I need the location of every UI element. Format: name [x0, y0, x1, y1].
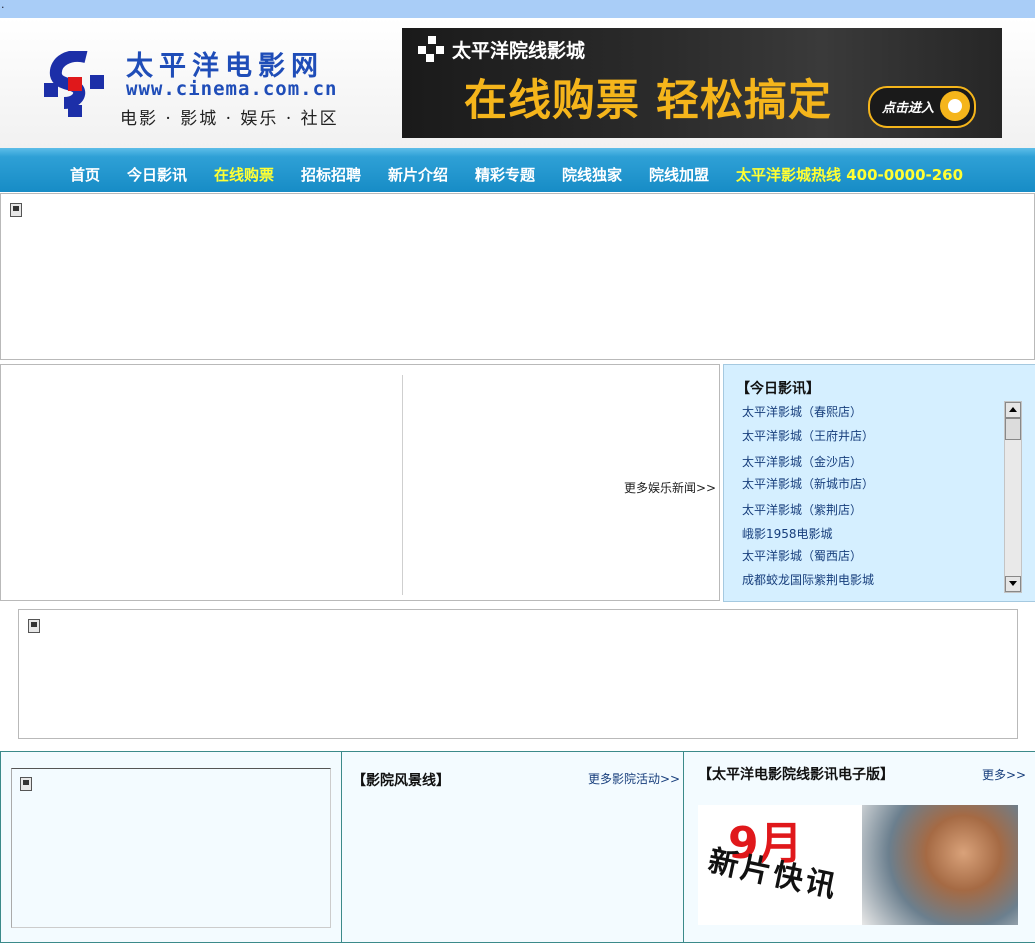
site-logo-icon[interactable]: [40, 51, 110, 121]
nav-item-specials[interactable]: 精彩专题: [475, 164, 535, 185]
top-strip: .: [0, 0, 1035, 18]
cinema-list-scrollbar[interactable]: [1004, 401, 1022, 593]
brand-mark-icon: [418, 36, 444, 62]
bottom-flash-area: [11, 768, 331, 928]
promo-photo: [862, 805, 1018, 925]
cinema-link[interactable]: 太平洋影城（蜀西店）: [742, 547, 862, 564]
more-news-link[interactable]: 更多娱乐新闻>>: [624, 479, 716, 496]
today-showtimes-panel: 【今日影讯】 太平洋影城（春熙店） 太平洋影城（王府井店） 太平洋影城（金沙店）…: [723, 364, 1035, 602]
bottom-left-panel: [0, 751, 342, 943]
scroll-thumb[interactable]: [1005, 418, 1021, 440]
broken-plugin-icon: [10, 203, 22, 217]
cinema-link[interactable]: 太平洋影城（新城市店）: [742, 475, 874, 492]
hotline: 太平洋影城热线 400-0000-260: [736, 166, 964, 184]
nav-item-online-tickets[interactable]: 在线购票: [214, 164, 274, 185]
nav-item-franchise[interactable]: 院线加盟: [649, 164, 709, 185]
nav-item-exclusive[interactable]: 院线独家: [562, 164, 622, 185]
today-showtimes-title: 【今日影讯】: [736, 381, 820, 397]
nav-item-tenders-jobs[interactable]: 招标招聘: [301, 164, 361, 185]
flash-banner-area: [0, 193, 1035, 360]
online-ticket-banner[interactable]: 太平洋院线影城 在线购票 轻松搞定 点击进入: [402, 28, 1002, 138]
sunflower-icon: [940, 91, 970, 121]
scenery-title: 【影院风景线】: [352, 773, 450, 789]
scroll-up-arrow-icon[interactable]: [1005, 402, 1021, 418]
top-strip-text: .: [1, 0, 5, 11]
enter-button[interactable]: 点击进入: [868, 86, 976, 128]
epaper-title: 【太平洋电影院线影讯电子版】: [698, 767, 894, 783]
site-url: www.cinema.com.cn: [126, 78, 338, 100]
enter-button-label: 点击进入: [882, 101, 935, 116]
banner-headline: 在线购票 轻松搞定: [464, 76, 832, 126]
news-panel: 更多娱乐新闻>>: [0, 364, 720, 601]
cinema-link[interactable]: 成都蛟龙国际紫荆电影城: [742, 571, 874, 588]
cinema-link[interactable]: 太平洋影城（紫荆店）: [742, 501, 862, 518]
middle-flash-area: [18, 609, 1018, 739]
more-epaper-link[interactable]: 更多>>: [982, 766, 1026, 783]
broken-plugin-icon: [20, 777, 32, 791]
cinema-link[interactable]: 峨影1958电影城: [742, 525, 833, 542]
cinema-link[interactable]: 太平洋影城（王府井店）: [742, 427, 874, 444]
nav-item-home[interactable]: 首页: [70, 164, 100, 185]
broken-plugin-icon: [28, 619, 40, 633]
cinema-link[interactable]: 太平洋影城（春熙店）: [742, 403, 862, 420]
news-divider: [402, 375, 403, 595]
banner-brand: 太平洋院线影城: [452, 40, 586, 62]
scenery-panel: 【影院风景线】 更多影院活动>>: [341, 751, 684, 943]
nav-item-new-films[interactable]: 新片介绍: [388, 164, 448, 185]
header: 太平洋电影网 www.cinema.com.cn 电影 · 影城 · 娱乐 · …: [0, 18, 1035, 148]
main-nav: 首页 今日影讯 在线购票 招标招聘 新片介绍 精彩专题 院线独家 院线加盟 太平…: [0, 148, 1035, 192]
scroll-down-arrow-icon[interactable]: [1005, 576, 1021, 592]
more-activities-link[interactable]: 更多影院活动>>: [588, 770, 680, 787]
september-new-films-promo[interactable]: 9月 新片快讯: [698, 805, 1018, 925]
site-slogan: 电影 · 影城 · 娱乐 · 社区: [120, 109, 339, 129]
nav-item-today-showtimes[interactable]: 今日影讯: [127, 164, 187, 185]
cinema-link[interactable]: 太平洋影城（金沙店）: [742, 453, 862, 470]
